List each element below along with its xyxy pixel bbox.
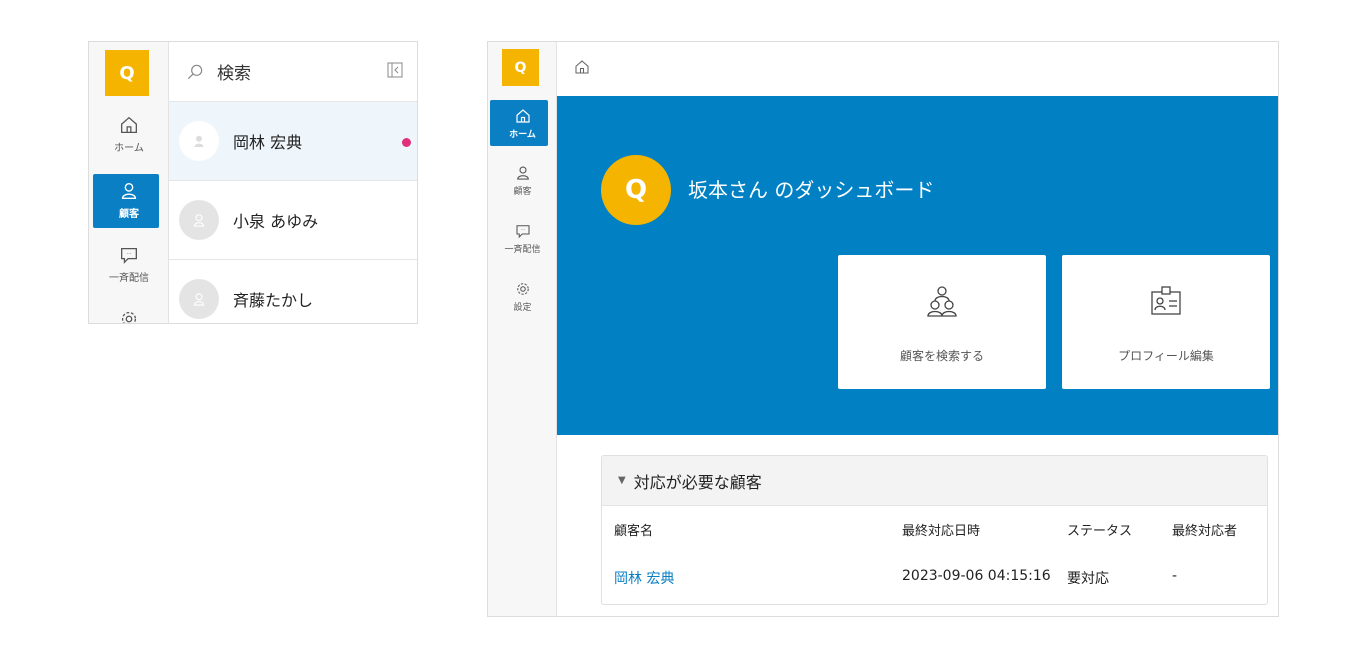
avatar-letter: Q [624, 175, 648, 205]
nav-label: ホーム [509, 130, 536, 140]
search-icon [187, 64, 203, 79]
app-logo[interactable]: Q [502, 49, 539, 86]
nav-label: 一斉配信 [109, 273, 149, 284]
nav-item-home[interactable]: ホーム [89, 114, 169, 154]
customer-row[interactable]: 小泉 あゆみ [169, 181, 417, 260]
chat-bubble-icon: ··· [515, 225, 530, 239]
people-search-icon [927, 286, 957, 317]
needs-attention-section: ▼ 対応が必要な顧客 顧客名 最終対応日時 ステータス 最終対応者 岡林 宏典 … [601, 455, 1268, 605]
nav-label: 顧客 [119, 209, 139, 220]
person-icon [121, 182, 137, 200]
card-label: 顧客を検索する [899, 349, 984, 363]
home-icon[interactable] [573, 58, 591, 76]
table-header: 顧客名 最終対応日時 ステータス 最終対応者 [602, 506, 1267, 548]
collapse-panel-icon[interactable] [387, 62, 403, 78]
nav-item-customers[interactable]: 顧客 [89, 180, 169, 220]
handler-cell: - [1172, 568, 1178, 584]
svg-text:···: ··· [520, 228, 524, 233]
column-header: 最終対応日時 [902, 524, 981, 539]
nav-label: 顧客 [513, 187, 532, 197]
customer-row[interactable]: 岡林 宏典 [169, 102, 417, 181]
gear-icon [121, 311, 137, 323]
person-icon [193, 293, 205, 306]
search-bar[interactable]: 検索 [169, 42, 417, 102]
customer-link[interactable]: 岡林 宏典 [614, 568, 674, 588]
dashboard-hero: Q 坂本さん のダッシュボード 顧客を検索する プロフィール編集 [557, 96, 1278, 435]
nav-label: ホーム [114, 143, 144, 154]
page-title: 坂本さん のダッシュボード [688, 178, 935, 202]
column-header: ステータス [1067, 524, 1133, 539]
id-card-icon [1151, 286, 1181, 315]
nav-label: 一斉配信 [504, 245, 541, 255]
app-logo[interactable]: Q [105, 50, 149, 96]
dashboard-panel: Q ホーム 顧客 ··· 一斉配信 設定 Q 坂本さん のダッシュボード 顧客を… [487, 41, 1279, 617]
person-icon [193, 214, 205, 227]
nav-rail: Q ホーム 顧客 ··· 一斉配信 設定 [488, 42, 557, 616]
collapse-triangle-icon[interactable]: ▼ [618, 475, 626, 486]
avatar [179, 279, 219, 319]
column-header: 最終対応者 [1172, 524, 1238, 539]
section-title: 対応が必要な顧客 [633, 472, 762, 492]
avatar [179, 121, 219, 161]
last-contact-cell: 2023-09-06 04:15:16 [902, 568, 1051, 584]
logo-letter: Q [514, 59, 527, 76]
customer-row[interactable]: 斉藤たかし [169, 260, 417, 323]
nav-item-settings[interactable] [89, 308, 169, 323]
avatar [179, 200, 219, 240]
top-bar [557, 42, 1278, 96]
search-input[interactable]: 検索 [217, 59, 251, 84]
column-header: 顧客名 [614, 524, 654, 539]
person-icon [516, 166, 529, 180]
section-header[interactable]: ▼ 対応が必要な顧客 [602, 456, 1267, 506]
customer-name: 斉藤たかし [233, 291, 314, 310]
nav-item-broadcast[interactable]: ··· 一斉配信 [89, 244, 169, 284]
card-label: プロフィール編集 [1118, 349, 1214, 363]
search-customers-card[interactable]: 顧客を検索する [838, 255, 1046, 389]
user-avatar: Q [601, 155, 671, 225]
nav-label: 設定 [513, 303, 532, 313]
table-row: 岡林 宏典 2023-09-06 04:15:16 要対応 - [602, 548, 1267, 604]
customer-name: 岡林 宏典 [233, 133, 303, 152]
avatar-placeholder-icon [194, 135, 204, 147]
nav-rail: Q ホーム 顧客 ··· 一斉配信 [89, 42, 169, 323]
gear-icon [516, 283, 529, 295]
customer-list: 検索 岡林 宏典 小泉 あゆみ 斉藤たかし [169, 42, 417, 323]
unread-indicator [402, 138, 411, 147]
svg-text:···: ··· [126, 251, 131, 257]
status-cell: 要対応 [1067, 571, 1109, 587]
customer-list-panel: Q ホーム 顧客 ··· 一斉配信 検索 岡林 宏典 小泉 あゆみ 斉藤たかし [88, 41, 418, 324]
logo-letter: Q [119, 62, 135, 84]
edit-profile-card[interactable]: プロフィール編集 [1062, 255, 1270, 389]
nav-item-settings[interactable]: 設定 [488, 280, 557, 313]
home-icon [515, 109, 530, 123]
nav-item-broadcast[interactable]: ··· 一斉配信 [488, 222, 557, 255]
chat-bubble-icon: ··· [121, 247, 137, 264]
nav-item-home[interactable]: ホーム [488, 107, 557, 140]
nav-item-customers[interactable]: 顧客 [488, 164, 557, 197]
customer-name: 小泉 あゆみ [233, 212, 319, 231]
home-icon [121, 116, 137, 133]
